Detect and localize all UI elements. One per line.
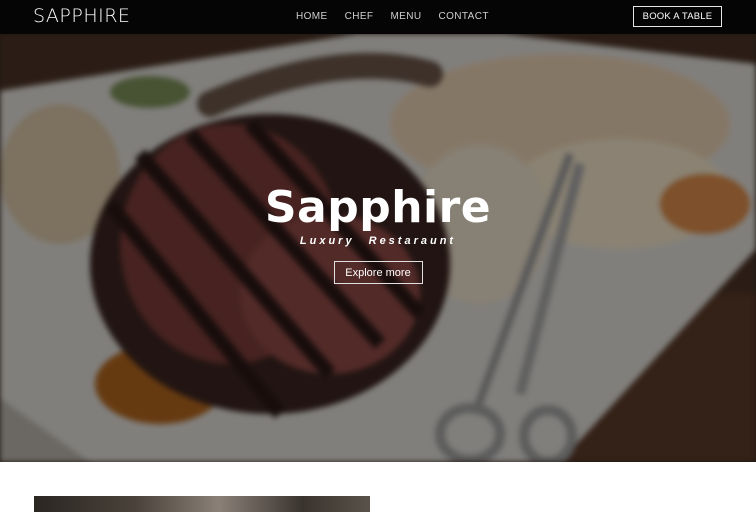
nav-link-chef[interactable]: CHEF	[345, 11, 374, 22]
nav-link-home[interactable]: HOME	[296, 11, 328, 22]
hero-section: Sapphire Luxury Restaraunt Explore more	[0, 34, 756, 462]
nav-link-menu[interactable]: MENU	[390, 11, 421, 22]
top-navbar: SAPPHIRE HOME CHEF MENU CONTACT BOOK A T…	[0, 0, 756, 34]
nav-link-contact[interactable]: CONTACT	[438, 11, 488, 22]
brand-logo[interactable]: SAPPHIRE	[33, 5, 130, 27]
book-table-button[interactable]: BOOK A TABLE	[633, 6, 722, 27]
section-image	[34, 496, 370, 512]
explore-more-button[interactable]: Explore more	[333, 261, 423, 284]
main-nav: HOME CHEF MENU CONTACT	[296, 11, 489, 22]
hero-subtitle: Luxury Restaraunt	[299, 235, 457, 247]
hero-title: Sapphire	[264, 182, 492, 233]
hero-content: Sapphire Luxury Restaraunt Explore more	[0, 182, 756, 284]
about-section	[0, 462, 756, 512]
